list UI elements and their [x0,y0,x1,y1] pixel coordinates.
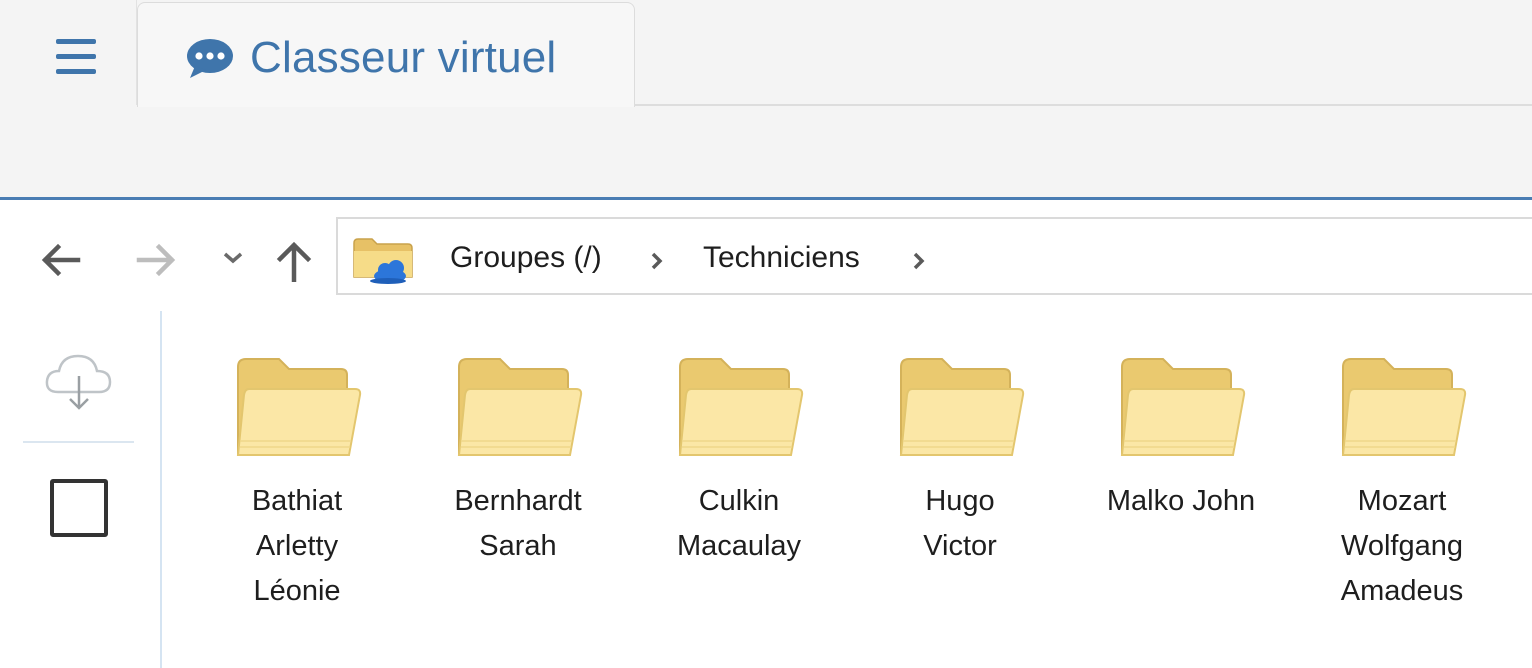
select-all-checkbox[interactable] [50,479,108,537]
folder-item[interactable]: Hugo Victor [860,355,1060,625]
arrow-right-icon [136,243,176,277]
folder-label-line: Wolfgang [1341,530,1463,562]
arrow-left-icon [41,243,81,277]
folder-label-line: Bathiat [251,485,343,517]
menu-cell [0,0,137,105]
folder-label-line: Culkin [698,485,780,517]
folder-label: Mozart Wolfgang Amadeus [1302,479,1502,614]
rail-divider [23,441,134,443]
cloud-folder-icon [353,238,413,284]
folder-label-line: Sarah [479,530,557,562]
folder-item[interactable]: Bernhardt Sarah [418,355,618,625]
chevron-right-icon[interactable] [650,251,664,271]
folder-label: Malko John [1081,479,1281,524]
folder-label-line: Victor [923,530,997,562]
app-header: Classeur virtuel [0,0,1532,200]
folder-label: Bernhardt Sarah [418,479,618,569]
folder-icon [1119,355,1247,466]
folder-item[interactable]: Malko John [1081,355,1281,625]
back-button[interactable] [40,242,82,278]
folder-icon [456,355,584,466]
forward-button[interactable] [135,242,177,278]
tab-strip-rule [634,104,1532,106]
file-browser-window: Classeur virtuel Groupes (/) Techniciens… [0,0,1532,668]
arrow-up-icon [276,241,312,282]
tab-classeur-virtuel[interactable]: Classeur virtuel [137,2,635,107]
folder-label: Culkin Macaulay [639,479,839,569]
address-bar[interactable]: Groupes (/) Techniciens [336,217,1532,295]
folder-label-line: Mozart [1357,485,1447,517]
folder-item[interactable]: Culkin Macaulay [639,355,839,625]
folder-label-line: Malko John [1106,485,1256,517]
folder-label-line: Macaulay [676,530,802,562]
breadcrumb-techniciens[interactable]: Techniciens [703,241,860,275]
tab-title: Classeur virtuel [250,33,557,82]
folder-label: Hugo Victor [860,479,1060,569]
folder-label: Bathiat Arletty Léonie [197,479,397,614]
recent-locations-button[interactable] [222,250,244,266]
folder-label-line: Amadeus [1340,575,1464,607]
folder-icon [677,355,805,466]
folder-label-line: Arletty [255,530,339,562]
folder-icon [1340,355,1468,466]
up-level-button[interactable] [275,240,313,282]
cloud-download-icon [45,354,112,410]
speech-bubble-icon [187,39,233,78]
folder-icon [898,355,1026,466]
folder-item[interactable]: Bathiat Arletty Léonie [197,355,397,625]
content-divider [160,311,162,668]
download-button[interactable] [44,350,114,417]
breadcrumb-groupes[interactable]: Groupes (/) [450,241,602,275]
chevron-down-icon [223,252,243,264]
folder-item[interactable]: Mozart Wolfgang Amadeus [1302,355,1502,625]
folder-label-line: Bernhardt [454,485,582,517]
folder-label-line: Léonie [253,575,341,607]
folder-icon [235,355,363,466]
folder-label-line: Hugo [925,485,995,517]
hamburger-menu-icon[interactable] [56,39,98,75]
chevron-right-icon[interactable] [912,251,926,271]
